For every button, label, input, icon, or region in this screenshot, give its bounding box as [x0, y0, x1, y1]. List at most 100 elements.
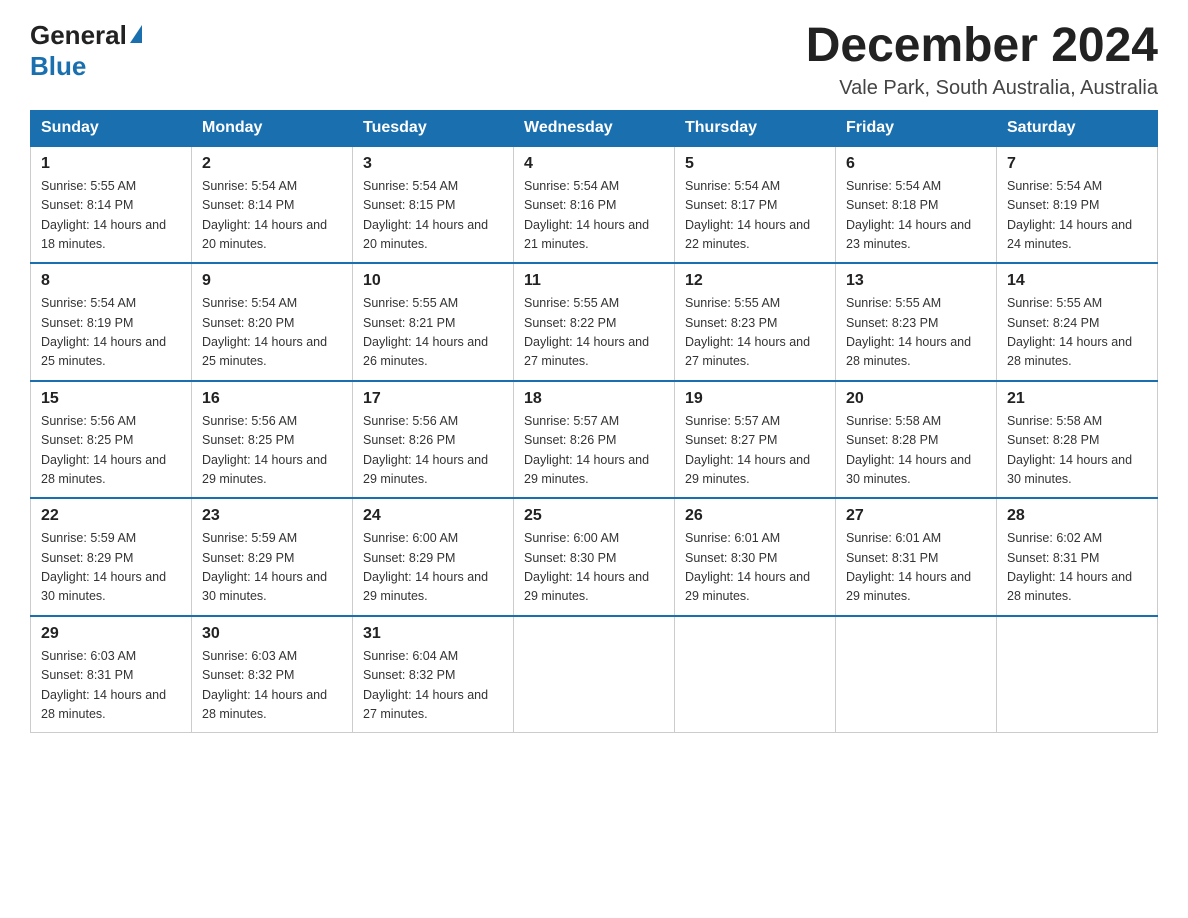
day-number: 5	[685, 155, 825, 173]
day-info: Sunrise: 5:57 AMSunset: 8:27 PMDaylight:…	[685, 412, 825, 490]
day-info: Sunrise: 5:55 AMSunset: 8:22 PMDaylight:…	[524, 294, 664, 372]
day-info: Sunrise: 5:56 AMSunset: 8:25 PMDaylight:…	[202, 412, 342, 490]
day-number: 17	[363, 390, 503, 408]
calendar-cell: 15 Sunrise: 5:56 AMSunset: 8:25 PMDayligh…	[31, 381, 192, 499]
calendar-cell: 20Sunrise: 5:58 AMSunset: 8:28 PMDayligh…	[836, 381, 997, 499]
day-info: Sunrise: 5:55 AMSunset: 8:21 PMDaylight:…	[363, 294, 503, 372]
day-info: Sunrise: 6:03 AMSunset: 8:32 PMDaylight:…	[202, 647, 342, 725]
day-info: Sunrise: 5:57 AMSunset: 8:26 PMDaylight:…	[524, 412, 664, 490]
calendar-cell: 23Sunrise: 5:59 AMSunset: 8:29 PMDayligh…	[192, 498, 353, 616]
day-info: Sunrise: 5:54 AMSunset: 8:18 PMDaylight:…	[846, 177, 986, 255]
calendar-cell: 12 Sunrise: 5:55 AMSunset: 8:23 PMDayligh…	[675, 263, 836, 381]
day-number: 19	[685, 390, 825, 408]
day-info: Sunrise: 6:00 AMSunset: 8:29 PMDaylight:…	[363, 529, 503, 607]
day-number: 28	[1007, 507, 1147, 525]
day-number: 11	[524, 272, 664, 290]
calendar-cell	[997, 616, 1158, 733]
day-number: 2	[202, 155, 342, 173]
day-number: 9	[202, 272, 342, 290]
day-info: Sunrise: 6:01 AMSunset: 8:31 PMDaylight:…	[846, 529, 986, 607]
calendar-table: SundayMondayTuesdayWednesdayThursdayFrid…	[30, 110, 1158, 734]
day-info: Sunrise: 5:55 AMSunset: 8:14 PMDaylight:…	[41, 177, 181, 255]
calendar-week-row: 29 Sunrise: 6:03 AMSunset: 8:31 PMDayligh…	[31, 616, 1158, 733]
day-number: 25	[524, 507, 664, 525]
calendar-cell: 7Sunrise: 5:54 AMSunset: 8:19 PMDaylight…	[997, 146, 1158, 264]
day-number: 4	[524, 155, 664, 173]
calendar-cell	[836, 616, 997, 733]
day-number: 13	[846, 272, 986, 290]
day-number: 12	[685, 272, 825, 290]
day-number: 1	[41, 155, 181, 173]
day-info: Sunrise: 6:01 AMSunset: 8:30 PMDaylight:…	[685, 529, 825, 607]
calendar-cell: 17 Sunrise: 5:56 AMSunset: 8:26 PMDayligh…	[353, 381, 514, 499]
weekday-header-sunday: Sunday	[31, 110, 192, 146]
day-info: Sunrise: 6:00 AMSunset: 8:30 PMDaylight:…	[524, 529, 664, 607]
day-info: Sunrise: 5:54 AMSunset: 8:14 PMDaylight:…	[202, 177, 342, 255]
day-info: Sunrise: 6:02 AMSunset: 8:31 PMDaylight:…	[1007, 529, 1147, 607]
day-info: Sunrise: 5:56 AMSunset: 8:25 PMDaylight:…	[41, 412, 181, 490]
day-info: Sunrise: 5:55 AMSunset: 8:23 PMDaylight:…	[846, 294, 986, 372]
day-number: 6	[846, 155, 986, 173]
weekday-header-saturday: Saturday	[997, 110, 1158, 146]
logo-arrow-icon	[130, 25, 142, 43]
day-info: Sunrise: 6:04 AMSunset: 8:32 PMDaylight:…	[363, 647, 503, 725]
calendar-cell: 6 Sunrise: 5:54 AMSunset: 8:18 PMDaylight…	[836, 146, 997, 264]
day-number: 27	[846, 507, 986, 525]
day-number: 23	[202, 507, 342, 525]
day-number: 31	[363, 625, 503, 643]
calendar-cell: 29 Sunrise: 6:03 AMSunset: 8:31 PMDayligh…	[31, 616, 192, 733]
calendar-cell: 22 Sunrise: 5:59 AMSunset: 8:29 PMDayligh…	[31, 498, 192, 616]
title-area: December 2024 Vale Park, South Australia…	[806, 20, 1158, 100]
day-number: 3	[363, 155, 503, 173]
calendar-week-row: 22 Sunrise: 5:59 AMSunset: 8:29 PMDayligh…	[31, 498, 1158, 616]
calendar-cell: 19 Sunrise: 5:57 AMSunset: 8:27 PMDayligh…	[675, 381, 836, 499]
calendar-cell: 18 Sunrise: 5:57 AMSunset: 8:26 PMDayligh…	[514, 381, 675, 499]
calendar-cell: 3 Sunrise: 5:54 AMSunset: 8:15 PMDaylight…	[353, 146, 514, 264]
calendar-cell: 27 Sunrise: 6:01 AMSunset: 8:31 PMDayligh…	[836, 498, 997, 616]
calendar-cell: 28 Sunrise: 6:02 AMSunset: 8:31 PMDayligh…	[997, 498, 1158, 616]
day-info: Sunrise: 5:54 AMSunset: 8:16 PMDaylight:…	[524, 177, 664, 255]
day-number: 24	[363, 507, 503, 525]
calendar-cell: 30 Sunrise: 6:03 AMSunset: 8:32 PMDayligh…	[192, 616, 353, 733]
day-number: 26	[685, 507, 825, 525]
calendar-week-row: 8 Sunrise: 5:54 AMSunset: 8:19 PMDaylight…	[31, 263, 1158, 381]
day-number: 21	[1007, 390, 1147, 408]
day-info: Sunrise: 5:58 AMSunset: 8:28 PMDaylight:…	[846, 412, 986, 490]
calendar-cell: 25 Sunrise: 6:00 AMSunset: 8:30 PMDayligh…	[514, 498, 675, 616]
location-title: Vale Park, South Australia, Australia	[806, 77, 1158, 100]
calendar-cell: 1 Sunrise: 5:55 AMSunset: 8:14 PMDaylight…	[31, 146, 192, 264]
calendar-week-row: 1 Sunrise: 5:55 AMSunset: 8:14 PMDaylight…	[31, 146, 1158, 264]
day-info: Sunrise: 5:54 AMSunset: 8:19 PMDaylight:…	[41, 294, 181, 372]
month-title: December 2024	[806, 20, 1158, 73]
day-info: Sunrise: 5:55 AMSunset: 8:23 PMDaylight:…	[685, 294, 825, 372]
day-number: 14	[1007, 272, 1147, 290]
weekday-header-wednesday: Wednesday	[514, 110, 675, 146]
day-info: Sunrise: 5:54 AMSunset: 8:17 PMDaylight:…	[685, 177, 825, 255]
day-number: 7	[1007, 155, 1147, 173]
calendar-cell: 21Sunrise: 5:58 AMSunset: 8:28 PMDayligh…	[997, 381, 1158, 499]
calendar-cell: 5 Sunrise: 5:54 AMSunset: 8:17 PMDaylight…	[675, 146, 836, 264]
day-info: Sunrise: 6:03 AMSunset: 8:31 PMDaylight:…	[41, 647, 181, 725]
day-number: 10	[363, 272, 503, 290]
calendar-cell: 26 Sunrise: 6:01 AMSunset: 8:30 PMDayligh…	[675, 498, 836, 616]
day-number: 18	[524, 390, 664, 408]
page-header: General Blue December 2024 Vale Park, So…	[30, 20, 1158, 100]
calendar-cell	[675, 616, 836, 733]
calendar-cell: 10 Sunrise: 5:55 AMSunset: 8:21 PMDayligh…	[353, 263, 514, 381]
day-info: Sunrise: 5:55 AMSunset: 8:24 PMDaylight:…	[1007, 294, 1147, 372]
logo-general-text: General	[30, 20, 127, 51]
calendar-cell: 14 Sunrise: 5:55 AMSunset: 8:24 PMDayligh…	[997, 263, 1158, 381]
calendar-cell: 16Sunrise: 5:56 AMSunset: 8:25 PMDayligh…	[192, 381, 353, 499]
day-info: Sunrise: 5:56 AMSunset: 8:26 PMDaylight:…	[363, 412, 503, 490]
day-number: 29	[41, 625, 181, 643]
calendar-cell: 8 Sunrise: 5:54 AMSunset: 8:19 PMDaylight…	[31, 263, 192, 381]
day-info: Sunrise: 5:59 AMSunset: 8:29 PMDaylight:…	[41, 529, 181, 607]
calendar-cell: 9Sunrise: 5:54 AMSunset: 8:20 PMDaylight…	[192, 263, 353, 381]
day-number: 22	[41, 507, 181, 525]
day-number: 15	[41, 390, 181, 408]
weekday-header-friday: Friday	[836, 110, 997, 146]
calendar-cell: 2 Sunrise: 5:54 AMSunset: 8:14 PMDaylight…	[192, 146, 353, 264]
day-info: Sunrise: 5:54 AMSunset: 8:15 PMDaylight:…	[363, 177, 503, 255]
day-number: 30	[202, 625, 342, 643]
day-number: 8	[41, 272, 181, 290]
